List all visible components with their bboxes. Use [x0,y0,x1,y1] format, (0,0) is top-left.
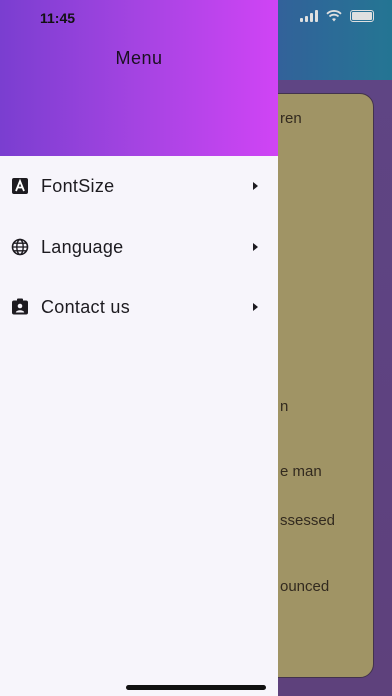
menu-item-language[interactable]: Language [0,219,278,275]
status-time: 11:45 [40,10,76,26]
menu-item-label: Language [41,236,124,257]
navigation-drawer: 11:45 Menu FontSize Language Contact us [0,0,278,696]
menu-item-contact-us[interactable]: Contact us [0,279,278,335]
chevron-right-icon [253,243,258,251]
globe-icon [11,238,29,256]
drawer-header: 11:45 Menu [0,0,278,156]
drawer-title: Menu [115,48,163,68]
menu-item-label: FontSize [41,175,115,196]
contact-card-icon [11,298,29,316]
chevron-right-icon [253,303,258,311]
chevron-right-icon [253,182,258,190]
menu-item-fontsize[interactable]: FontSize [0,158,278,214]
home-indicator[interactable] [126,685,266,690]
menu-item-label: Contact us [41,296,131,317]
font-size-icon [11,177,29,195]
